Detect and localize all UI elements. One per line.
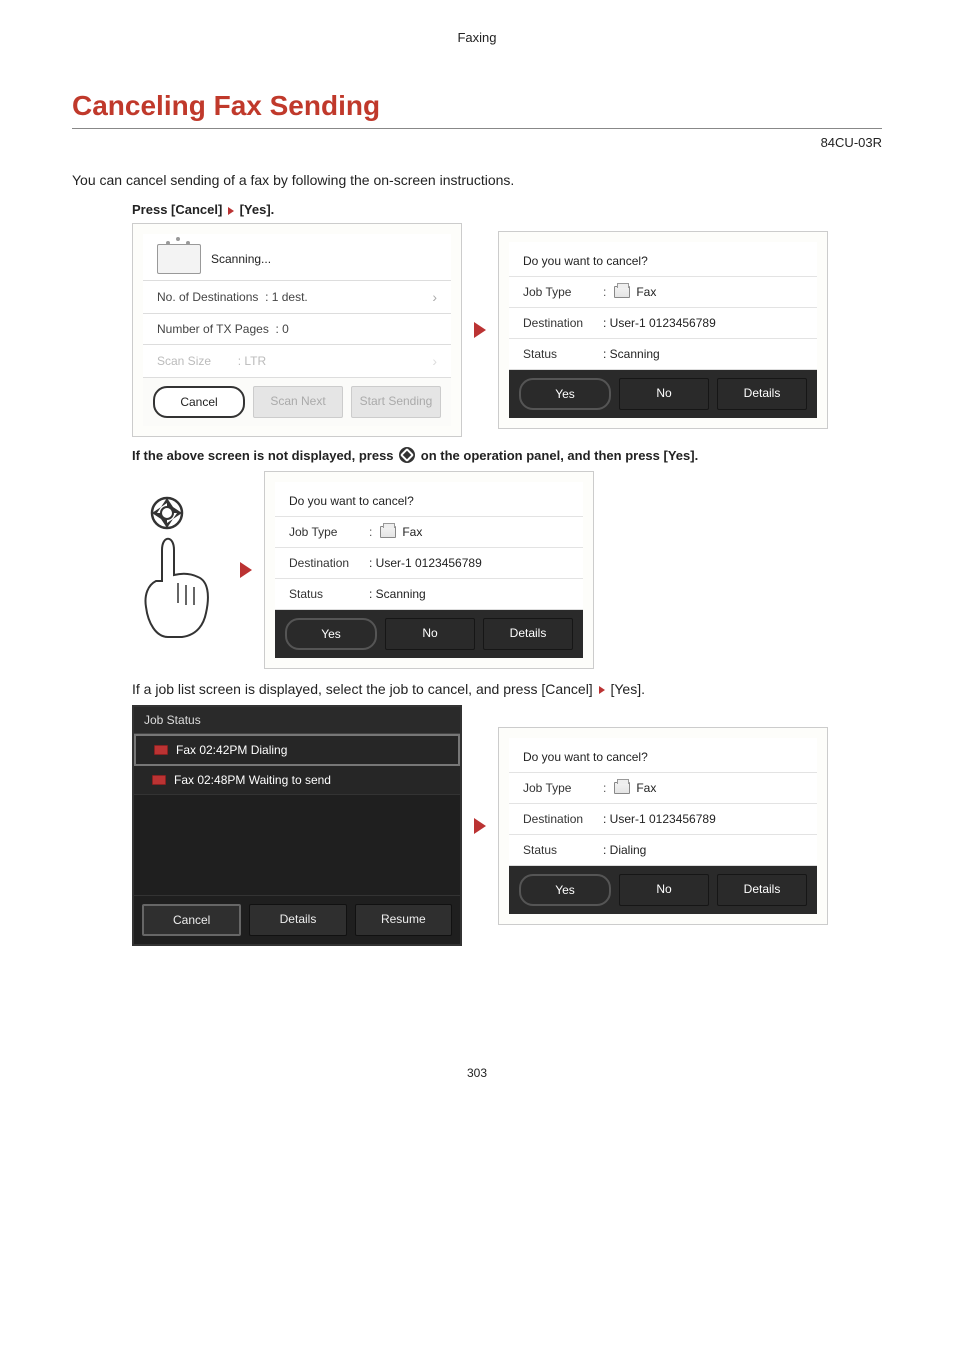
arrow-right-icon — [599, 686, 605, 694]
step-part-a: Press [Cancel] — [132, 202, 222, 217]
row-status: Status : Scanning — [509, 338, 817, 369]
jobtype-value: Fax — [636, 781, 656, 795]
row-destination: Destination : User-1 0123456789 — [509, 307, 817, 338]
hand-press-icon — [132, 495, 228, 645]
row-destinations-value: : 1 dest. — [265, 290, 308, 304]
chevron-right-icon: › — [432, 289, 437, 305]
scan-animation-icon — [157, 244, 201, 274]
arrow-right-icon — [228, 207, 234, 215]
after-note: If the above screen is not displayed, pr… — [72, 447, 882, 463]
details-button[interactable]: Details — [717, 874, 807, 906]
destination-label: Destination — [289, 556, 369, 570]
job-list-empty-space — [134, 795, 460, 895]
details-button[interactable]: Details — [483, 618, 573, 650]
jobtype-value: Fax — [636, 285, 656, 299]
status-value: : Dialing — [603, 843, 646, 857]
yes-button[interactable]: Yes — [285, 618, 377, 650]
destination-label: Destination — [523, 316, 603, 330]
row-status: Status : Dialing — [509, 834, 817, 865]
row-scansize: Scan Size : LTR › — [143, 344, 451, 377]
arrow-right-icon — [474, 818, 486, 834]
row-txpages-value: : 0 — [276, 322, 289, 336]
job-status-panel: Job Status Fax 02:42PM Dialing Fax 02:48… — [132, 705, 462, 946]
plain-note: If a job list screen is displayed, selec… — [72, 681, 882, 697]
confirm-question: Do you want to cancel? — [275, 482, 583, 516]
row-txpages-label: Number of TX Pages — [157, 322, 269, 336]
page-number: 303 — [72, 1066, 882, 1080]
scanning-label: Scanning... — [211, 252, 271, 266]
job-item-label: Fax 02:48PM Waiting to send — [174, 773, 331, 787]
figure-row-2: Do you want to cancel? Job Type : Fax De… — [132, 471, 882, 669]
destination-value: : User-1 0123456789 — [603, 316, 716, 330]
chevron-right-icon: › — [432, 353, 437, 369]
step-line: Press [Cancel] [Yes]. — [72, 202, 882, 217]
figure-row-3: Job Status Fax 02:42PM Dialing Fax 02:48… — [132, 705, 882, 946]
row-jobtype: Job Type : Fax — [509, 772, 817, 803]
doc-code: 84CU-03R — [72, 135, 882, 150]
destination-value: : User-1 0123456789 — [369, 556, 482, 570]
details-button[interactable]: Details — [717, 378, 807, 410]
confirm-panel-1: Do you want to cancel? Job Type : Fax De… — [498, 231, 828, 429]
after-note-a: If the above screen is not displayed, pr… — [132, 448, 394, 463]
scan-next-button[interactable]: Scan Next — [253, 386, 343, 418]
figure-row-1: Scanning... No. of Destinations : 1 dest… — [132, 223, 882, 437]
start-sending-button[interactable]: Start Sending — [351, 386, 441, 418]
job-list-item[interactable]: Fax 02:42PM Dialing — [134, 734, 460, 766]
scanning-panel: Scanning... No. of Destinations : 1 dest… — [132, 223, 462, 437]
fax-icon — [380, 526, 396, 538]
destination-label: Destination — [523, 812, 603, 826]
fax-icon — [614, 286, 630, 298]
confirm-panel-3: Do you want to cancel? Job Type : Fax De… — [498, 727, 828, 925]
row-scansize-label: Scan Size — [157, 354, 211, 368]
job-list-item[interactable]: Fax 02:48PM Waiting to send — [134, 766, 460, 795]
row-destinations[interactable]: No. of Destinations : 1 dest. › — [143, 280, 451, 313]
stop-button-icon — [399, 447, 415, 463]
fax-icon — [614, 782, 630, 794]
no-button[interactable]: No — [385, 618, 475, 650]
status-label: Status — [523, 347, 603, 361]
row-jobtype: Job Type : Fax — [275, 516, 583, 547]
jobtype-label: Job Type — [523, 285, 603, 299]
cancel-button[interactable]: Cancel — [153, 386, 245, 418]
yes-button[interactable]: Yes — [519, 378, 611, 410]
step-part-b: [Yes]. — [240, 202, 275, 217]
destination-value: : User-1 0123456789 — [603, 812, 716, 826]
chapter-header: Faxing — [72, 30, 882, 45]
fax-job-icon — [152, 775, 166, 785]
confirm-question: Do you want to cancel? — [509, 242, 817, 276]
row-destination: Destination : User-1 0123456789 — [509, 803, 817, 834]
no-button[interactable]: No — [619, 378, 709, 410]
row-status: Status : Scanning — [275, 578, 583, 609]
plain-note-a: If a job list screen is displayed, selec… — [132, 681, 593, 697]
jobtype-value: Fax — [402, 525, 422, 539]
job-item-label: Fax 02:42PM Dialing — [176, 743, 287, 757]
jobtype-label: Job Type — [523, 781, 603, 795]
confirm-question: Do you want to cancel? — [509, 738, 817, 772]
status-value: : Scanning — [603, 347, 660, 361]
no-button[interactable]: No — [619, 874, 709, 906]
row-destinations-label: No. of Destinations — [157, 290, 258, 304]
yes-button[interactable]: Yes — [519, 874, 611, 906]
intro-text: You can cancel sending of a fax by follo… — [72, 172, 882, 188]
status-label: Status — [289, 587, 369, 601]
plain-note-b: [Yes]. — [610, 681, 645, 697]
fax-job-icon — [154, 745, 168, 755]
jobtype-label: Job Type — [289, 525, 369, 539]
row-scansize-value: : LTR — [238, 354, 266, 368]
status-value: : Scanning — [369, 587, 426, 601]
arrow-right-icon — [474, 322, 486, 338]
row-jobtype: Job Type : Fax — [509, 276, 817, 307]
status-label: Status — [523, 843, 603, 857]
job-resume-button[interactable]: Resume — [355, 904, 452, 936]
row-destination: Destination : User-1 0123456789 — [275, 547, 583, 578]
job-status-header: Job Status — [134, 707, 460, 734]
page-title: Canceling Fax Sending — [72, 90, 882, 129]
after-note-b: on the operation panel, and then press [… — [421, 448, 698, 463]
confirm-panel-2: Do you want to cancel? Job Type : Fax De… — [264, 471, 594, 669]
arrow-right-icon — [240, 562, 252, 578]
row-txpages: Number of TX Pages : 0 — [143, 313, 451, 344]
job-cancel-button[interactable]: Cancel — [142, 904, 241, 936]
job-details-button[interactable]: Details — [249, 904, 346, 936]
